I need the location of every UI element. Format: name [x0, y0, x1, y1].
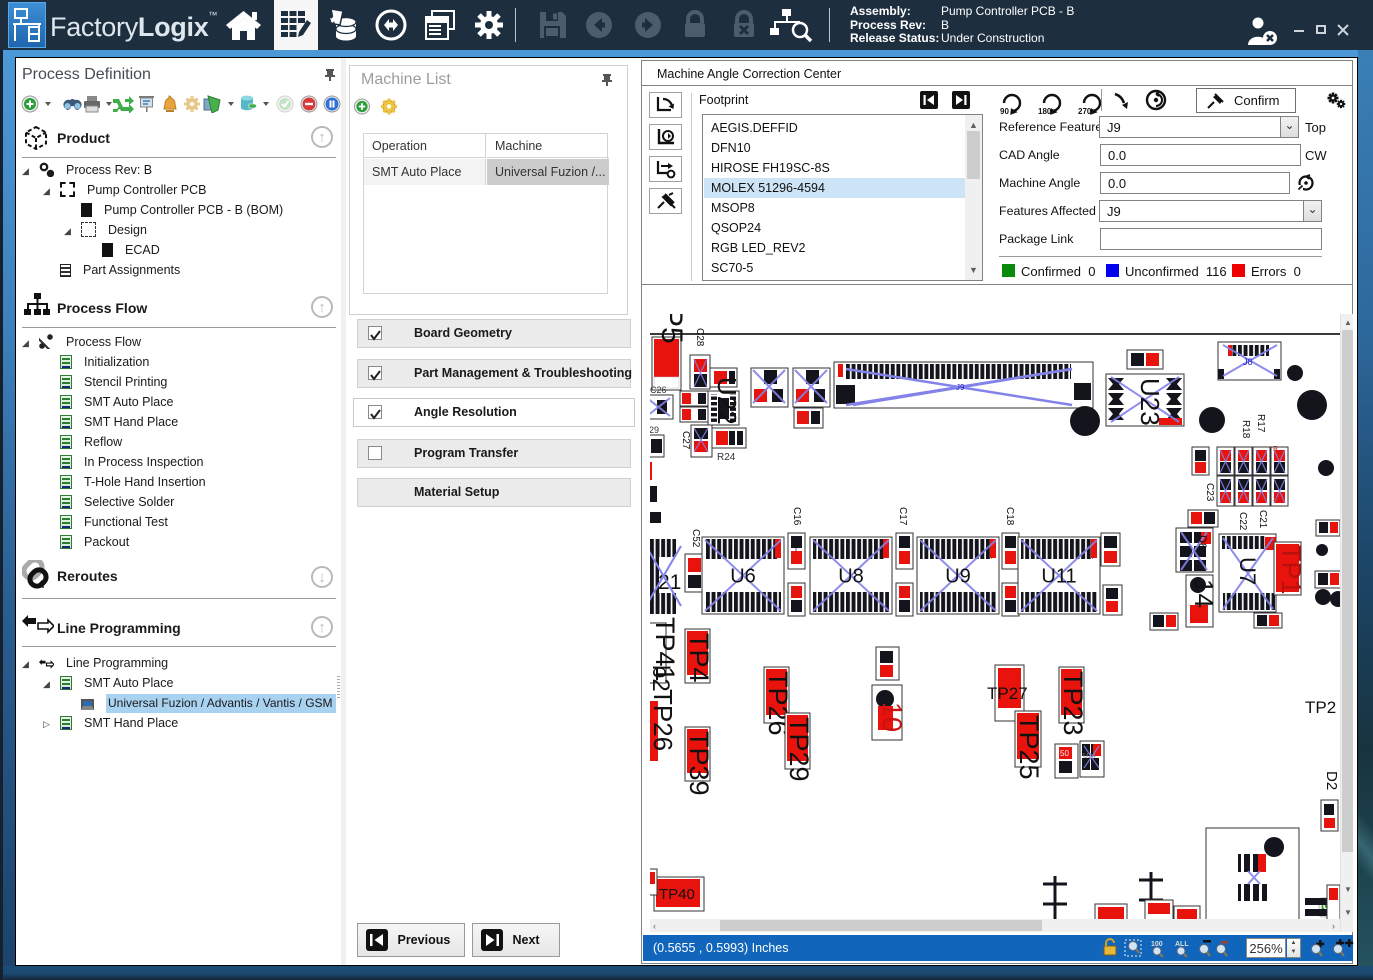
- svg-text:TP2: TP2: [1305, 698, 1336, 717]
- svg-text:30: 30: [1196, 466, 1204, 473]
- svg-text:C18: C18: [1004, 507, 1015, 526]
- svg-text:C16: C16: [791, 507, 802, 526]
- svg-text:TP4: TP4: [684, 633, 714, 683]
- svg-text:R18: R18: [1240, 420, 1251, 439]
- svg-text:180: 180: [1038, 107, 1052, 115]
- svg-text:R17: R17: [1255, 414, 1266, 433]
- svg-text:19: 19: [1105, 554, 1114, 563]
- svg-text:P5: P5: [655, 314, 688, 344]
- svg-text:C22: C22: [1237, 512, 1248, 531]
- svg-text:4: 4: [683, 413, 687, 420]
- svg-text:U6: U6: [730, 566, 756, 588]
- svg-text:C21: C21: [1257, 510, 1268, 529]
- svg-text:U8: U8: [838, 566, 864, 588]
- svg-text:50: 50: [1060, 749, 1069, 758]
- svg-text:C27: C27: [680, 431, 691, 450]
- svg-text:C17: C17: [897, 507, 908, 526]
- svg-text:TP27: TP27: [987, 684, 1028, 703]
- svg-text:U23: U23: [1135, 378, 1165, 426]
- svg-text:C6: C6: [899, 590, 908, 597]
- svg-text:C52: C52: [690, 529, 701, 548]
- svg-text:29: 29: [650, 425, 659, 435]
- svg-text:TP40: TP40: [659, 886, 695, 903]
- svg-text:TP39: TP39: [684, 731, 714, 796]
- svg-text:C23: C23: [1204, 483, 1215, 502]
- svg-text:TP1: TP1: [1276, 545, 1306, 595]
- svg-text:14: 14: [1189, 579, 1219, 608]
- svg-text:C26: C26: [650, 385, 667, 395]
- svg-text:C9: C9: [791, 590, 800, 597]
- svg-text:TP29: TP29: [784, 717, 814, 782]
- svg-text:U22: U22: [712, 377, 742, 425]
- svg-text:R8: R8: [798, 414, 809, 423]
- svg-text:U7: U7: [1235, 557, 1260, 585]
- svg-text:D2: D2: [1323, 771, 1340, 790]
- svg-text:a: a: [683, 397, 687, 404]
- svg-text:U9: U9: [945, 566, 971, 588]
- svg-text:U11: U11: [1041, 566, 1076, 588]
- svg-text:J9: J9: [956, 383, 965, 392]
- svg-text:R: R: [1273, 446, 1278, 453]
- svg-text:b2: b2: [650, 665, 674, 692]
- svg-text:D8: D8: [1196, 535, 1208, 549]
- svg-text:TP25: TP25: [1014, 715, 1044, 780]
- svg-text:270: 270: [1078, 107, 1092, 115]
- svg-text:90: 90: [1000, 107, 1009, 115]
- svg-text:R24: R24: [717, 452, 736, 463]
- svg-text:TP26: TP26: [650, 689, 678, 751]
- svg-text:C28: C28: [694, 328, 705, 347]
- svg-text:20: 20: [1273, 496, 1281, 503]
- svg-text:TP23: TP23: [1058, 671, 1088, 736]
- svg-text:10: 10: [877, 702, 907, 732]
- svg-text:J8: J8: [1243, 357, 1253, 367]
